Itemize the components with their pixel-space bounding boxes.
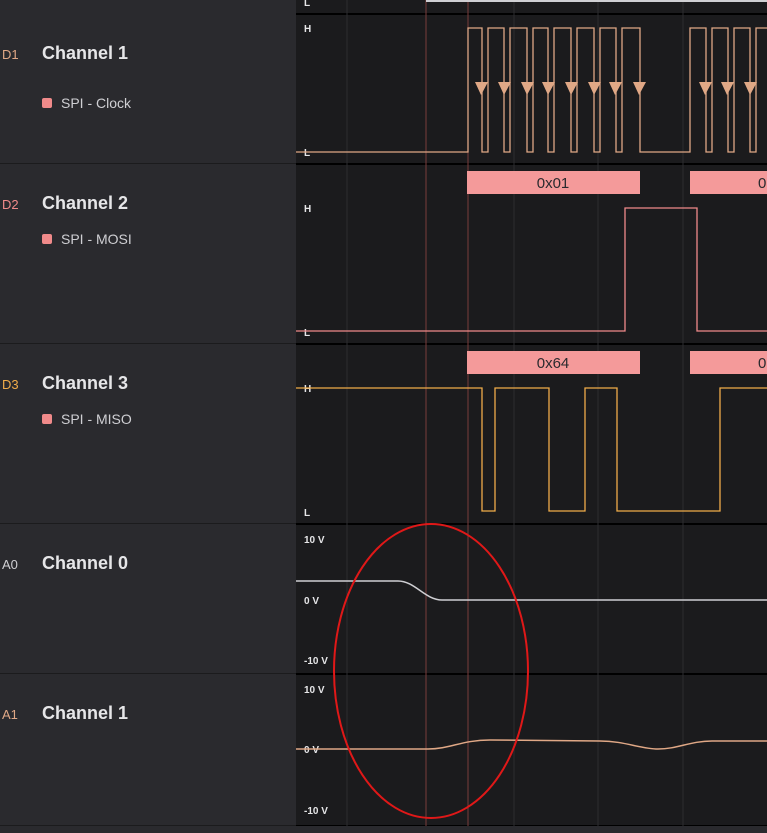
analog-scale-bottom-a0: -10 V — [304, 656, 328, 667]
channel-id-d3: D3 — [2, 377, 19, 392]
level-label-low-d3: L — [304, 508, 310, 519]
decode-value-miso-1: 0x64 — [537, 355, 570, 372]
channel-name-d3[interactable]: Channel 3 — [42, 373, 128, 394]
analog-scale-mid-a1: 0 V — [304, 745, 319, 756]
analyzer-tag-d1[interactable]: SPI - Clock — [42, 95, 131, 111]
analog-waveform-a0 — [296, 580, 767, 601]
decode-box-miso-2[interactable] — [690, 351, 767, 374]
lane-separators — [296, 13, 767, 827]
time-grid — [346, 0, 684, 826]
decode-value-miso-2: 0 — [758, 355, 766, 372]
level-label-high-d3: H — [304, 384, 311, 395]
analog-scale-top-a0: 10 V — [304, 535, 325, 546]
analog-waveform-a1 — [296, 739, 767, 750]
analyzer-label-d2: SPI - MOSI — [61, 231, 132, 247]
miso-waveform — [296, 387, 767, 512]
channel-id-a0: A0 — [2, 557, 18, 572]
level-label-low-top: L — [304, 0, 310, 9]
channel-id-d2: D2 — [2, 197, 19, 212]
analyzer-color-swatch — [42, 414, 52, 424]
analyzer-tag-d3[interactable]: SPI - MISO — [42, 411, 132, 427]
channel-id-d1: D1 — [2, 47, 19, 62]
level-label-high-d1: H — [304, 24, 311, 35]
channel-row-d3[interactable]: D3 Channel 3 SPI - MISO — [0, 344, 296, 524]
timing-markers[interactable] — [425, 0, 469, 833]
analyzer-color-swatch — [42, 98, 52, 108]
level-label-low-d2: L — [304, 328, 310, 339]
channel-row-d2[interactable]: D2 Channel 2 SPI - MOSI — [0, 164, 296, 344]
channel-row-d1[interactable]: D1 Channel 1 SPI - Clock — [0, 14, 296, 164]
analog-scale-bottom-a1: -10 V — [304, 806, 328, 817]
analyzer-tag-d2[interactable]: SPI - MOSI — [42, 231, 132, 247]
channel-name-a0[interactable]: Channel 0 — [42, 553, 128, 574]
logic-analyzer-window: D1 Channel 1 SPI - Clock D2 Channel 2 SP… — [0, 0, 767, 833]
channel-row-a0[interactable]: A0 Channel 0 — [0, 524, 296, 674]
mosi-waveform — [296, 207, 767, 332]
analyzer-color-swatch — [42, 234, 52, 244]
decode-box-mosi-2[interactable] — [690, 171, 767, 194]
channel-id-a1: A1 — [2, 707, 18, 722]
analyzer-label-d1: SPI - Clock — [61, 95, 132, 111]
channel-list: D1 Channel 1 SPI - Clock D2 Channel 2 SP… — [0, 0, 296, 833]
highlight-ellipse-annotation — [333, 523, 529, 819]
clock-waveform — [296, 27, 767, 153]
analog-scale-top-a1: 10 V — [304, 685, 325, 696]
clock-edge-markers — [475, 82, 757, 95]
channel-row-a1[interactable]: A1 Channel 1 — [0, 674, 296, 826]
analyzer-label-d3: SPI - MISO — [61, 411, 132, 427]
decode-value-mosi-2: 0 — [758, 175, 766, 192]
decode-value-mosi-1: 0x01 — [537, 175, 570, 192]
channel-name-a1[interactable]: Channel 1 — [42, 703, 128, 724]
channel-name-d2[interactable]: Channel 2 — [42, 193, 128, 214]
analog-scale-mid-a0: 0 V — [304, 596, 319, 607]
waveform-plot[interactable]: L H L 0x01 0 H L 0x64 0 H L 10 V 0 V -10… — [296, 0, 767, 833]
level-label-low-d1: L — [304, 148, 310, 159]
channel-name-d1[interactable]: Channel 1 — [42, 43, 128, 64]
timeline-scrollbar[interactable] — [0, 826, 767, 833]
level-label-high-d2: H — [304, 204, 311, 215]
